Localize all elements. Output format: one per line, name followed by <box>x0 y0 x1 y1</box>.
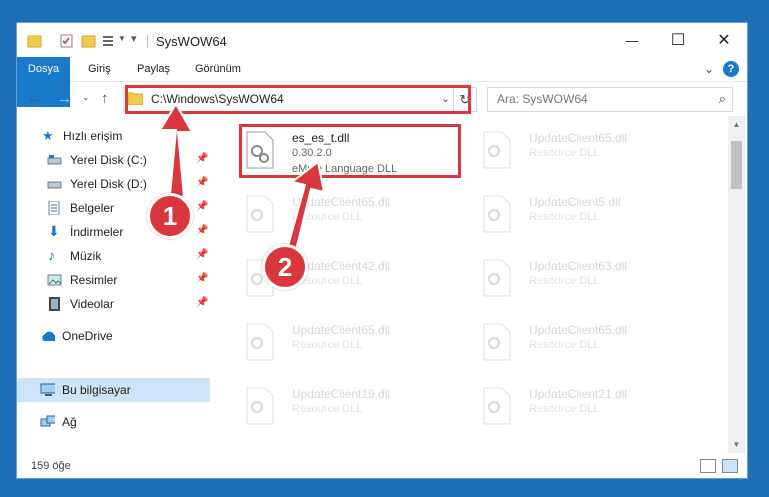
annotation-arrows <box>158 102 326 252</box>
step-badge-2: 2 <box>262 244 308 290</box>
arrow-1 <box>158 102 194 199</box>
arrow-2 <box>286 160 326 252</box>
step-badge-1: 1 <box>147 193 193 239</box>
